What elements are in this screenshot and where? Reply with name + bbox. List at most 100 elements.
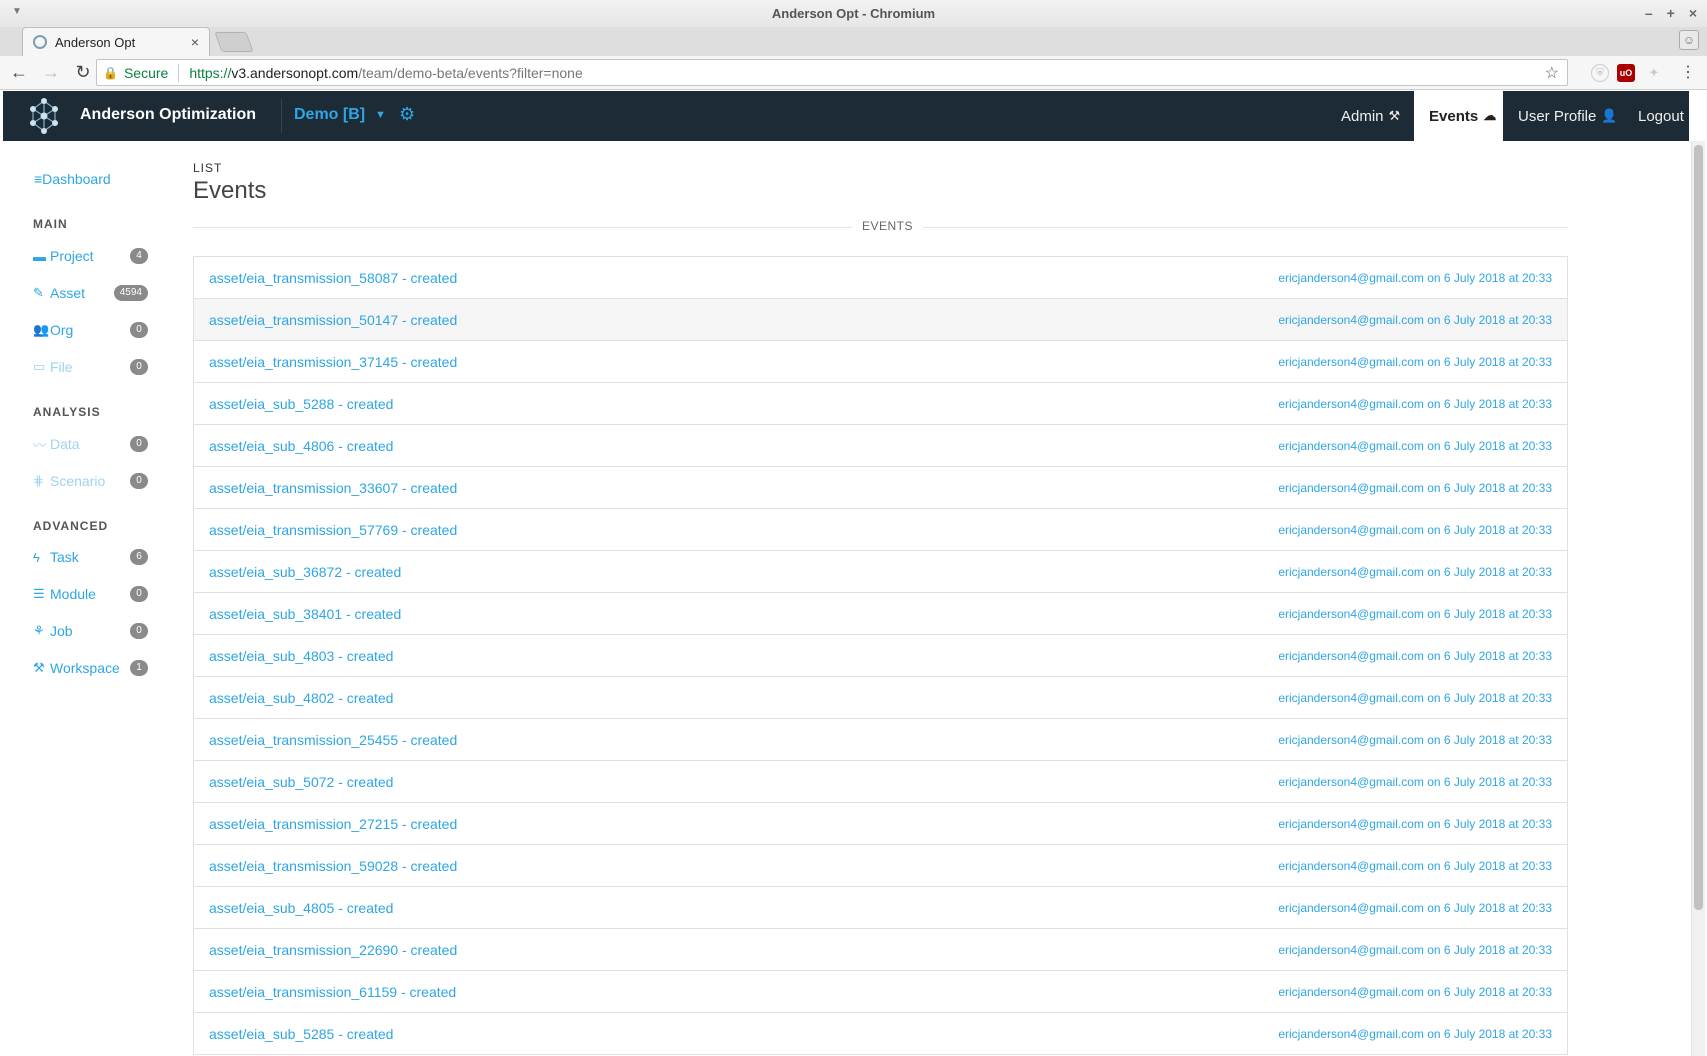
event-row[interactable]: asset/eia_transmission_37145 - created er… [194,341,1567,383]
event-author-timestamp[interactable]: ericjanderson4@gmail.com on 6 July 2018 … [1278,943,1552,957]
nav-user-profile[interactable]: User Profile 👤 [1503,91,1633,141]
event-link[interactable]: asset/eia_transmission_25455 - created [209,732,457,748]
address-bar[interactable]: 🔒 Secure https:// v3.andersonopt.com /te… [96,59,1568,86]
brand-name[interactable]: Anderson Optimization [80,106,256,124]
sidebar-item-workspace[interactable]: ⚒ Workspace 1 [33,657,148,679]
ublock-icon[interactable]: uO [1617,64,1635,82]
event-link[interactable]: asset/eia_transmission_22690 - created [209,942,457,958]
event-row[interactable]: asset/eia_sub_4806 - created ericjanderso… [194,425,1567,467]
brand-logo-icon[interactable] [25,97,63,135]
event-link[interactable]: asset/eia_sub_36872 - created [209,564,401,580]
sidebar-item-data[interactable]: 〰 Data 0 [33,433,148,455]
reload-icon[interactable]: ↻ [70,62,96,83]
event-author-timestamp[interactable]: ericjanderson4@gmail.com on 6 July 2018 … [1278,649,1552,663]
new-tab-button[interactable] [214,32,254,52]
event-row[interactable]: asset/eia_sub_36872 - created ericjanders… [194,551,1567,593]
gear-icon[interactable]: ⚙ [399,104,415,125]
event-author-timestamp[interactable]: ericjanderson4@gmail.com on 6 July 2018 … [1278,985,1552,999]
sidebar-item-org[interactable]: 👥 Org 0 [33,319,148,341]
event-row[interactable]: asset/eia_transmission_33607 - created er… [194,467,1567,509]
sidebar-item-asset[interactable]: ✎ Asset 4594 [33,282,148,304]
event-link[interactable]: asset/eia_sub_5288 - created [209,396,393,412]
event-author-timestamp[interactable]: ericjanderson4@gmail.com on 6 July 2018 … [1278,565,1552,579]
scrollbar-thumb[interactable] [1694,145,1703,910]
event-author-timestamp[interactable]: ericjanderson4@gmail.com on 6 July 2018 … [1278,439,1552,453]
event-row[interactable]: asset/eia_sub_5285 - created ericjanderso… [194,1013,1567,1055]
sidebar-item-file[interactable]: ▭ File 0 [33,356,148,378]
browser-menu-icon[interactable]: ⋮ [1679,64,1697,82]
event-link[interactable]: asset/eia_sub_4803 - created [209,648,393,664]
event-author-timestamp[interactable]: ericjanderson4@gmail.com on 6 July 2018 … [1278,271,1552,285]
tab-close-icon[interactable]: × [191,34,199,50]
minimize-icon[interactable]: – [1645,5,1653,21]
event-author-timestamp[interactable]: ericjanderson4@gmail.com on 6 July 2018 … [1278,691,1552,705]
maximize-icon[interactable]: + [1667,5,1675,21]
page-scrollbar[interactable] [1691,141,1705,1056]
event-row[interactable]: asset/eia_transmission_58087 - created er… [194,257,1567,299]
event-link[interactable]: asset/eia_transmission_50147 - created [209,312,457,328]
bookmark-star-icon[interactable]: ☆ [1545,63,1559,83]
event-row[interactable]: asset/eia_sub_5288 - created ericjanderso… [194,383,1567,425]
caret-down-icon[interactable]: ▼ [375,109,386,121]
event-author-timestamp[interactable]: ericjanderson4@gmail.com on 6 July 2018 … [1278,775,1552,789]
event-link[interactable]: asset/eia_transmission_61159 - created [209,984,456,1000]
event-row[interactable]: asset/eia_transmission_22690 - created er… [194,929,1567,971]
close-window-icon[interactable]: × [1689,5,1697,21]
event-row[interactable]: asset/eia_sub_5072 - created ericjanderso… [194,761,1567,803]
event-row[interactable]: asset/eia_transmission_50147 - created er… [194,299,1567,341]
event-row[interactable]: asset/eia_transmission_27215 - created er… [194,803,1567,845]
sidebar-dashboard-link[interactable]: ≡Dashboard [34,171,111,187]
event-row[interactable]: asset/eia_transmission_57769 - created er… [194,509,1567,551]
event-author-timestamp[interactable]: ericjanderson4@gmail.com on 6 July 2018 … [1278,901,1552,915]
event-link[interactable]: asset/eia_sub_4806 - created [209,438,393,454]
sidebar-item-project[interactable]: ▬ Project 4 [33,245,148,267]
event-row[interactable]: asset/eia_transmission_59028 - created er… [194,845,1567,887]
event-author-timestamp[interactable]: ericjanderson4@gmail.com on 6 July 2018 … [1278,523,1552,537]
nav-admin[interactable]: Admin ⚒ [1326,91,1415,141]
event-link[interactable]: asset/eia_transmission_37145 - created [209,354,457,370]
sidebar-item-scenario[interactable]: ⋕ Scenario 0 [33,470,148,492]
event-link[interactable]: asset/eia_transmission_57769 - created [209,522,457,538]
window-menu-icon[interactable]: ▼ [12,6,22,17]
extension-puzzle-icon[interactable]: ✦ [1645,64,1663,82]
event-link[interactable]: asset/eia_transmission_33607 - created [209,480,457,496]
event-row[interactable]: asset/eia_transmission_61159 - created er… [194,971,1567,1013]
event-author-timestamp[interactable]: ericjanderson4@gmail.com on 6 July 2018 … [1278,733,1552,747]
event-row[interactable]: asset/eia_sub_4803 - created ericjanderso… [194,635,1567,677]
event-author-timestamp[interactable]: ericjanderson4@gmail.com on 6 July 2018 … [1278,397,1552,411]
nav-admin-label: Admin [1341,107,1384,125]
nav-logout[interactable]: Logout [1623,91,1699,141]
url-path: /team/demo-beta/events?filter=none [358,64,583,81]
event-author-timestamp[interactable]: ericjanderson4@gmail.com on 6 July 2018 … [1278,481,1552,495]
extension-shield-icon[interactable]: ⛨ [1591,64,1609,82]
event-link[interactable]: asset/eia_transmission_59028 - created [209,858,457,874]
database-icon: ☰ [33,586,45,601]
event-author-timestamp[interactable]: ericjanderson4@gmail.com on 6 July 2018 … [1278,607,1552,621]
event-row[interactable]: asset/eia_sub_4805 - created ericjanderso… [194,887,1567,929]
back-icon[interactable]: ← [6,62,32,83]
event-link[interactable]: asset/eia_transmission_58087 - created [209,270,457,286]
event-link[interactable]: asset/eia_sub_5285 - created [209,1026,393,1042]
browser-tab[interactable]: Anderson Opt × [22,27,210,56]
count-badge: 0 [130,473,148,489]
event-link[interactable]: asset/eia_sub_38401 - created [209,606,401,622]
profile-icon[interactable]: ☺ [1679,30,1699,50]
event-link[interactable]: asset/eia_transmission_27215 - created [209,816,457,832]
sidebar-item-module[interactable]: ☰ Module 0 [33,583,148,605]
team-selector[interactable]: Demo [B] [294,106,365,124]
event-author-timestamp[interactable]: ericjanderson4@gmail.com on 6 July 2018 … [1278,817,1552,831]
event-row[interactable]: asset/eia_transmission_25455 - created er… [194,719,1567,761]
sidebar-item-task[interactable]: ϟ Task 6 [33,546,148,568]
event-author-timestamp[interactable]: ericjanderson4@gmail.com on 6 July 2018 … [1278,355,1552,369]
nav-events[interactable]: Events ☁ [1414,91,1503,141]
forward-icon[interactable]: → [38,62,64,83]
sidebar-item-job[interactable]: ⚘ Job 0 [33,620,148,642]
event-author-timestamp[interactable]: ericjanderson4@gmail.com on 6 July 2018 … [1278,1027,1552,1041]
event-link[interactable]: asset/eia_sub_5072 - created [209,774,393,790]
event-row[interactable]: asset/eia_sub_38401 - created ericjanders… [194,593,1567,635]
event-row[interactable]: asset/eia_sub_4802 - created ericjanderso… [194,677,1567,719]
event-link[interactable]: asset/eia_sub_4802 - created [209,690,393,706]
event-link[interactable]: asset/eia_sub_4805 - created [209,900,393,916]
event-author-timestamp[interactable]: ericjanderson4@gmail.com on 6 July 2018 … [1278,859,1552,873]
event-author-timestamp[interactable]: ericjanderson4@gmail.com on 6 July 2018 … [1278,313,1552,327]
